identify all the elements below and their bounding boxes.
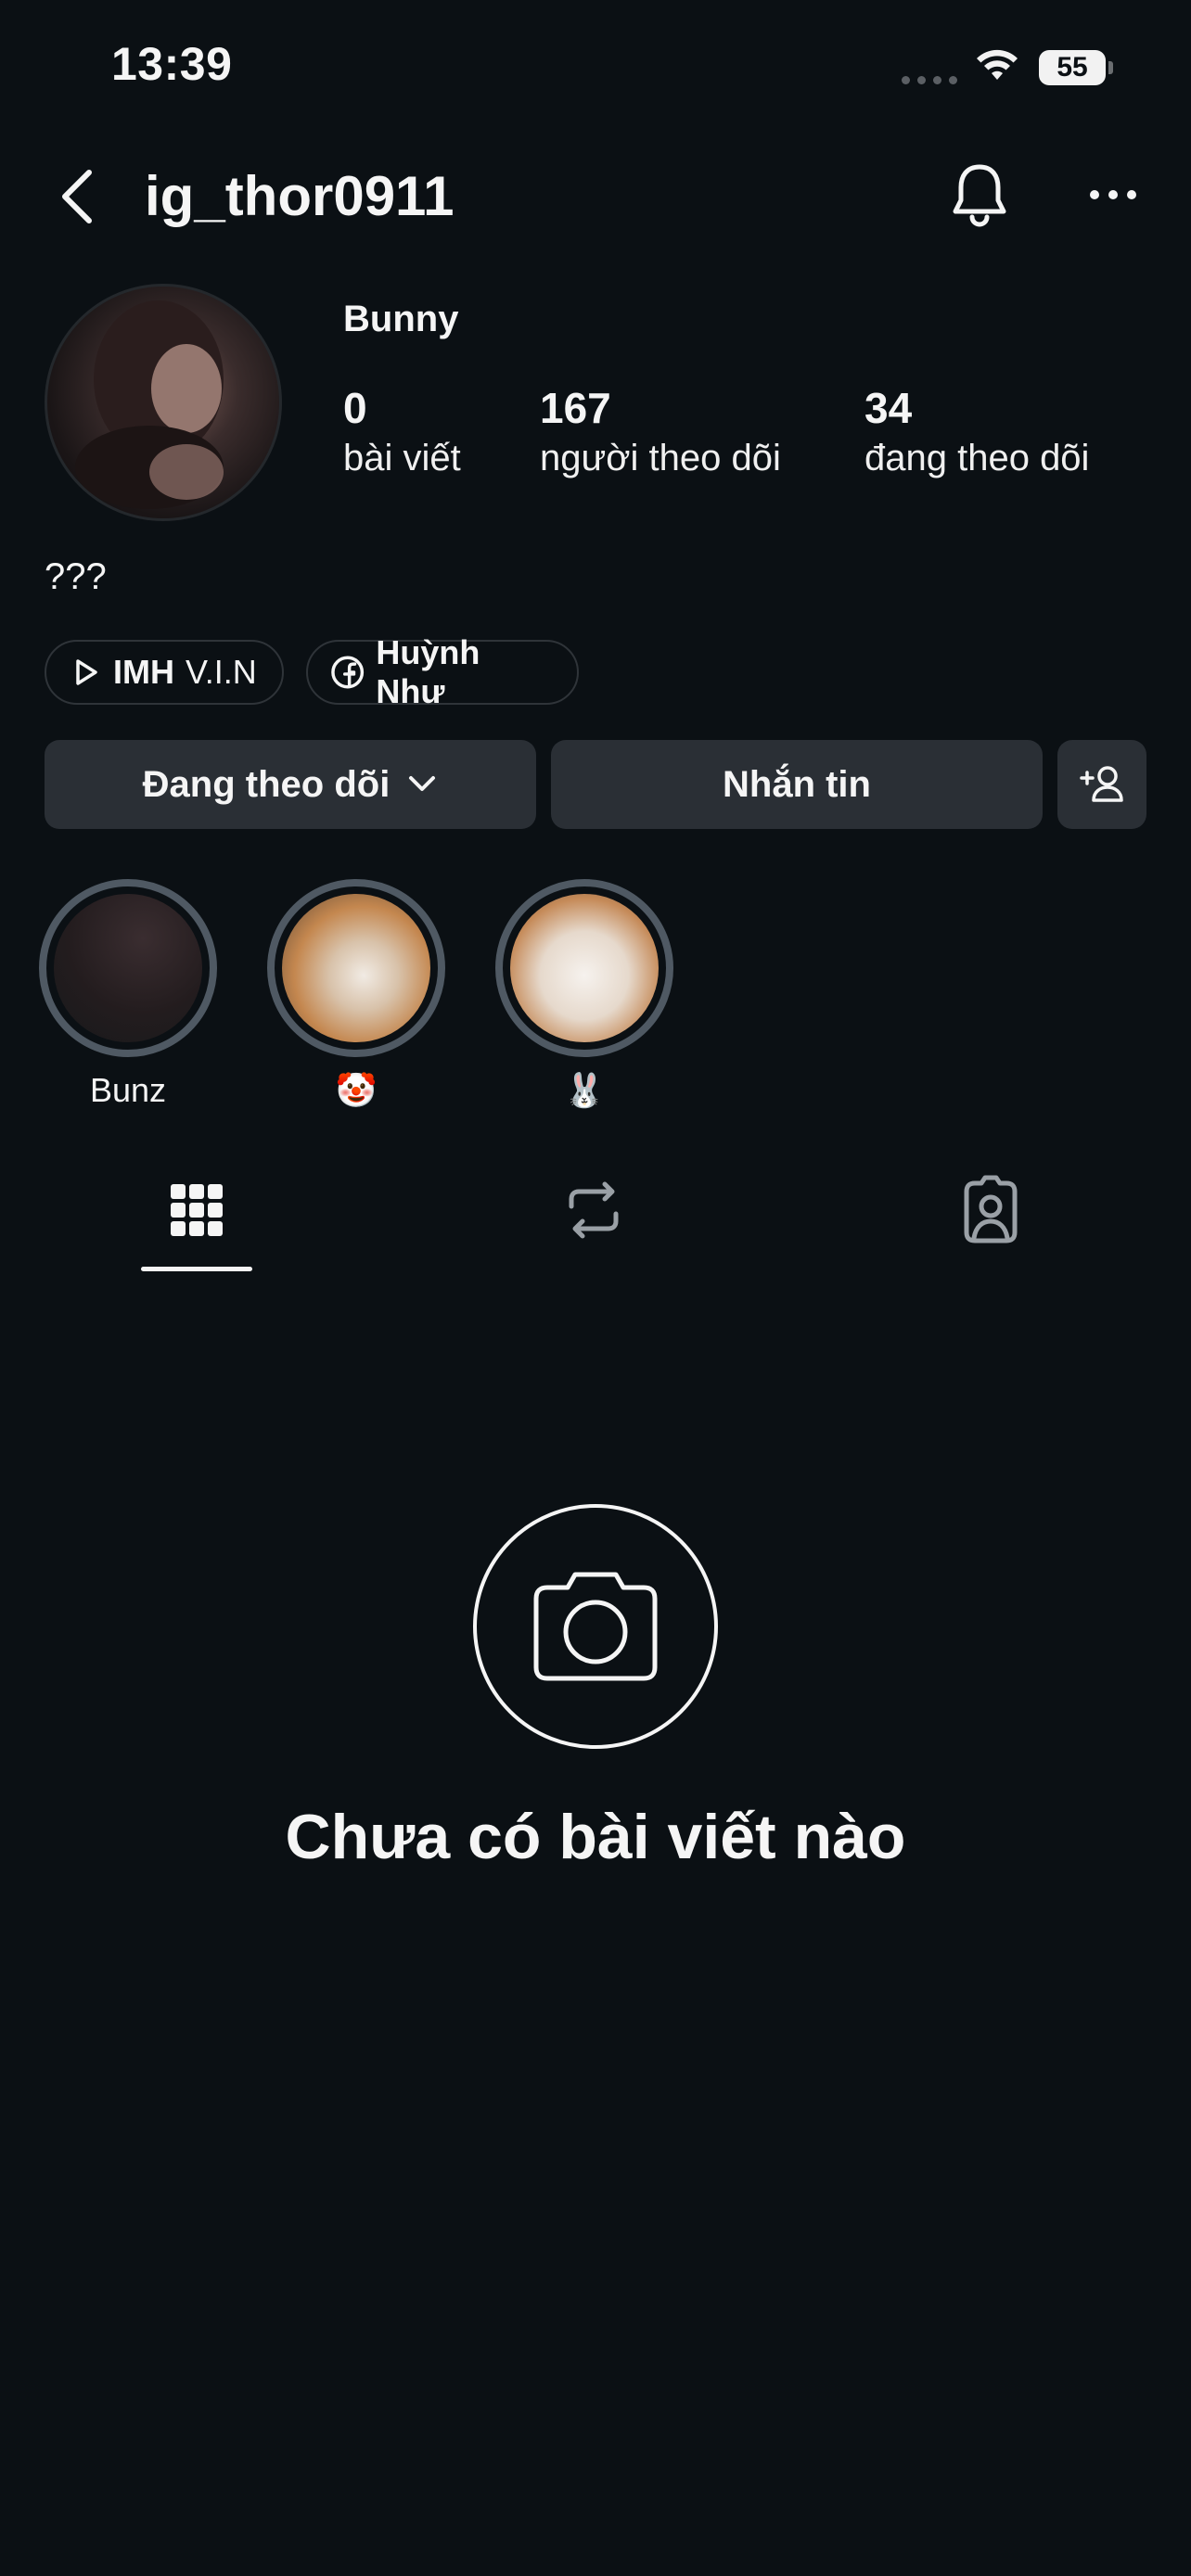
link-chip-imh[interactable]: IMH V.I.N [45,640,284,705]
stat-followers[interactable]: 167 người theo dõi [540,382,781,482]
highlight-ring [267,879,445,1057]
following-button[interactable]: Đang theo dõi [45,740,536,829]
back-chevron-icon[interactable] [54,167,100,226]
display-name: Bunny [343,299,459,339]
highlight-cover [510,894,659,1042]
stat-following[interactable]: 34 đang theo dõi [864,382,1089,482]
camera-icon [533,1572,658,1681]
grid-icon[interactable] [160,1173,234,1247]
tagged-icon[interactable] [954,1173,1028,1247]
highlight-clown[interactable]: 🤡 [267,879,445,1111]
add-person-icon [1080,766,1123,802]
status-bar: 13:39 55 [0,0,1191,139]
message-button[interactable]: Nhắn tin [551,740,1043,829]
stat-following-label: đang theo dõi [864,438,1090,478]
chevron-down-icon [409,776,436,791]
play-icon [76,659,97,685]
empty-state-camera-circle [473,1504,718,1749]
link-chip-imh-name: IMH [113,653,174,691]
link-chip-imh-text: V.I.N [186,653,257,691]
stat-followers-value: 167 [540,384,611,432]
facebook-icon [331,656,365,689]
suggest-people-button[interactable] [1057,740,1146,829]
cellular-signal-icon [902,76,957,84]
stat-posts[interactable]: 0 bài viết [343,382,461,482]
stat-posts-value: 0 [343,384,367,432]
stat-following-value: 34 [864,384,913,432]
active-tab-indicator [141,1267,252,1271]
profile-bio: ??? [45,556,107,597]
bell-icon[interactable] [946,158,1013,232]
avatar-photo [75,300,224,509]
following-button-label: Đang theo dõi [142,763,391,805]
message-button-label: Nhắn tin [723,763,871,805]
highlight-bunz[interactable]: Bunz [39,879,217,1111]
highlight-ring [495,879,673,1057]
stat-posts-label: bài viết [343,438,461,478]
highlight-cover [54,894,202,1042]
battery-level: 55 [1039,50,1106,85]
battery-tip [1108,61,1113,74]
highlight-ring [39,879,217,1057]
profile-header: ig_thor0911 [0,148,1191,241]
link-chip-facebook[interactable]: Huỳnh Như [306,633,579,710]
highlight-bunny[interactable]: 🐰 [495,879,673,1111]
profile-avatar[interactable] [45,284,282,521]
link-chip-facebook-name: Huỳnh Như [376,633,480,710]
status-time: 13:39 [111,38,233,90]
reposts-icon[interactable] [557,1173,631,1247]
more-options-icon[interactable] [1085,176,1141,213]
battery-indicator: 55 [1039,50,1113,85]
stat-followers-label: người theo dõi [540,438,781,478]
highlight-label: 🤡 [335,1071,378,1109]
profile-username: ig_thor0911 [145,165,455,227]
profile-screen: 13:39 55 ig_thor0911 Bunny 0 bài viết 16… [0,0,1191,2576]
empty-state-title: Chưa có bài viết nào [285,1802,906,1872]
highlight-label: Bunz [89,1071,167,1109]
wifi-icon [977,49,1018,80]
highlight-label: 🐰 [563,1071,606,1109]
highlight-cover [282,894,430,1042]
